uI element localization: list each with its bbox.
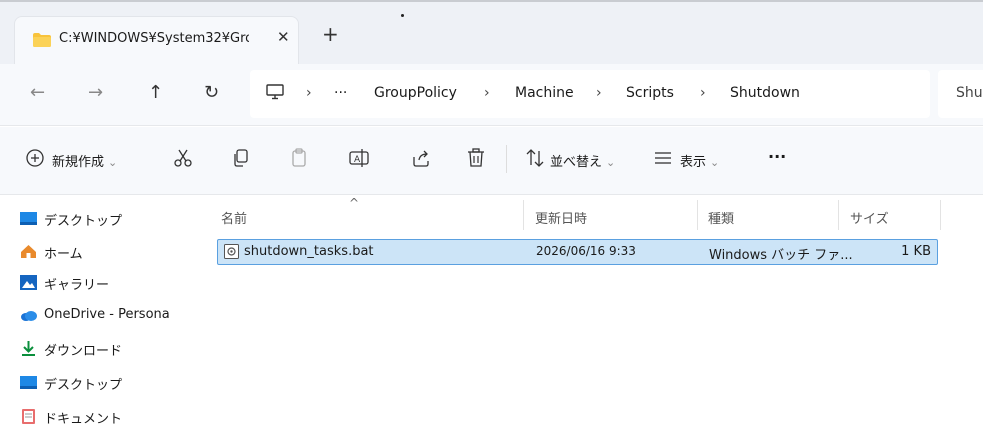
documents-icon bbox=[22, 409, 35, 424]
breadcrumb-separator[interactable]: › bbox=[596, 85, 602, 101]
new-button[interactable]: 新規作成 ⌄ bbox=[52, 151, 117, 170]
navigation-bar: ← → ↑ ↻ › ··· GroupPolicy › Machine › Sc… bbox=[0, 64, 983, 126]
sidebar-item-label: ドキュメント bbox=[44, 412, 123, 427]
file-name: shutdown_tasks.bat bbox=[244, 244, 374, 259]
refresh-button[interactable]: ↻ bbox=[204, 82, 219, 103]
sidebar-item-label: ホーム bbox=[44, 247, 83, 262]
breadcrumb-grouppolicy[interactable]: GroupPolicy bbox=[374, 85, 457, 101]
forward-button[interactable]: → bbox=[88, 82, 103, 103]
back-button[interactable]: ← bbox=[30, 82, 45, 103]
add-circle-icon bbox=[26, 149, 44, 167]
breadcrumb-separator[interactable]: › bbox=[700, 85, 706, 101]
toolbar-divider bbox=[506, 145, 507, 173]
desktop-icon bbox=[20, 376, 37, 389]
breadcrumb-shutdown[interactable]: Shutdown bbox=[730, 85, 800, 101]
sidebar-item-label: デスクトップ bbox=[44, 214, 123, 229]
rename-icon[interactable]: A bbox=[348, 147, 370, 169]
cursor-dot bbox=[401, 14, 404, 17]
batch-file-icon bbox=[224, 244, 239, 259]
column-header-modified[interactable]: 更新日時 bbox=[535, 208, 587, 227]
search-input[interactable]: Shu bbox=[956, 85, 983, 101]
gallery-icon bbox=[20, 275, 37, 290]
folder-icon bbox=[33, 33, 51, 47]
sort-button[interactable]: 並べ替え ⌄ bbox=[550, 151, 615, 170]
view-icon bbox=[655, 152, 671, 164]
share-icon[interactable] bbox=[410, 147, 432, 169]
more-options-button[interactable]: ··· bbox=[768, 147, 786, 166]
title-bar: C:¥WINDOWS¥System32¥Gro ✕ + bbox=[0, 0, 983, 66]
command-bar: 新規作成 ⌄ A 並べ替え ⌄ 表示 ⌄ ··· bbox=[0, 127, 983, 195]
view-button-label: 表示 bbox=[680, 155, 707, 170]
sidebar-item-label: デスクトップ bbox=[44, 378, 123, 393]
breadcrumb-separator[interactable]: › bbox=[484, 85, 490, 101]
new-tab-button[interactable]: + bbox=[322, 24, 339, 44]
window-top-border bbox=[0, 0, 983, 2]
svg-text:A: A bbox=[354, 155, 361, 165]
close-tab-button[interactable]: ✕ bbox=[277, 28, 290, 46]
address-bar[interactable]: › ··· GroupPolicy › Machine › Scripts › … bbox=[250, 70, 930, 118]
chevron-down-icon: ⌄ bbox=[606, 156, 616, 169]
view-button[interactable]: 表示 ⌄ bbox=[680, 151, 719, 170]
column-header-name[interactable]: 名前 bbox=[221, 208, 247, 227]
file-size: 1 KB bbox=[901, 244, 931, 259]
desktop-icon bbox=[20, 212, 37, 225]
chevron-down-icon: ⌄ bbox=[108, 156, 118, 169]
breadcrumb-overflow-button[interactable]: ··· bbox=[334, 85, 347, 101]
sort-indicator-icon: ^ bbox=[349, 196, 360, 210]
paste-icon[interactable] bbox=[288, 147, 310, 169]
up-button[interactable]: ↑ bbox=[148, 82, 163, 103]
cut-icon[interactable] bbox=[172, 147, 194, 169]
sort-icon bbox=[526, 149, 544, 167]
sidebar-item-label: ダウンロード bbox=[44, 344, 123, 359]
column-divider[interactable] bbox=[523, 200, 524, 230]
new-button-label: 新規作成 bbox=[52, 155, 105, 170]
file-modified: 2026/06/16 9:33 bbox=[536, 244, 636, 258]
breadcrumb-scripts[interactable]: Scripts bbox=[626, 85, 674, 101]
navigation-pane: デスクトップ ホーム ギャラリー OneDrive - Persona ダウンロ… bbox=[0, 196, 205, 435]
column-header-type[interactable]: 種類 bbox=[708, 208, 734, 227]
column-header-size[interactable]: サイズ bbox=[850, 208, 889, 227]
sidebar-item-label: ギャラリー bbox=[44, 278, 110, 293]
file-type: Windows バッチ ファ... bbox=[709, 248, 853, 263]
search-box[interactable]: Shu bbox=[938, 70, 983, 118]
tab-title: C:¥WINDOWS¥System32¥Gro bbox=[59, 31, 249, 46]
column-divider[interactable] bbox=[838, 200, 839, 230]
home-icon bbox=[21, 245, 36, 258]
column-divider[interactable] bbox=[940, 200, 941, 230]
monitor-icon bbox=[266, 84, 284, 100]
breadcrumb-separator: › bbox=[306, 85, 312, 101]
table-row[interactable]: shutdown_tasks.bat 2026/06/16 9:33 Windo… bbox=[217, 239, 938, 265]
column-divider[interactable] bbox=[697, 200, 698, 230]
file-list: ^ 名前 更新日時 種類 サイズ shutdown_tasks.bat 2026… bbox=[205, 196, 983, 435]
breadcrumb-machine[interactable]: Machine bbox=[515, 85, 574, 101]
copy-icon[interactable] bbox=[230, 147, 252, 169]
tab-current-folder[interactable]: C:¥WINDOWS¥System32¥Gro ✕ bbox=[14, 16, 299, 66]
chevron-down-icon: ⌄ bbox=[710, 156, 720, 169]
download-icon bbox=[22, 341, 35, 356]
sort-button-label: 並べ替え bbox=[550, 155, 603, 170]
delete-icon[interactable] bbox=[465, 147, 487, 169]
onedrive-icon bbox=[21, 311, 37, 321]
sidebar-item-label: OneDrive - Persona bbox=[44, 307, 170, 322]
